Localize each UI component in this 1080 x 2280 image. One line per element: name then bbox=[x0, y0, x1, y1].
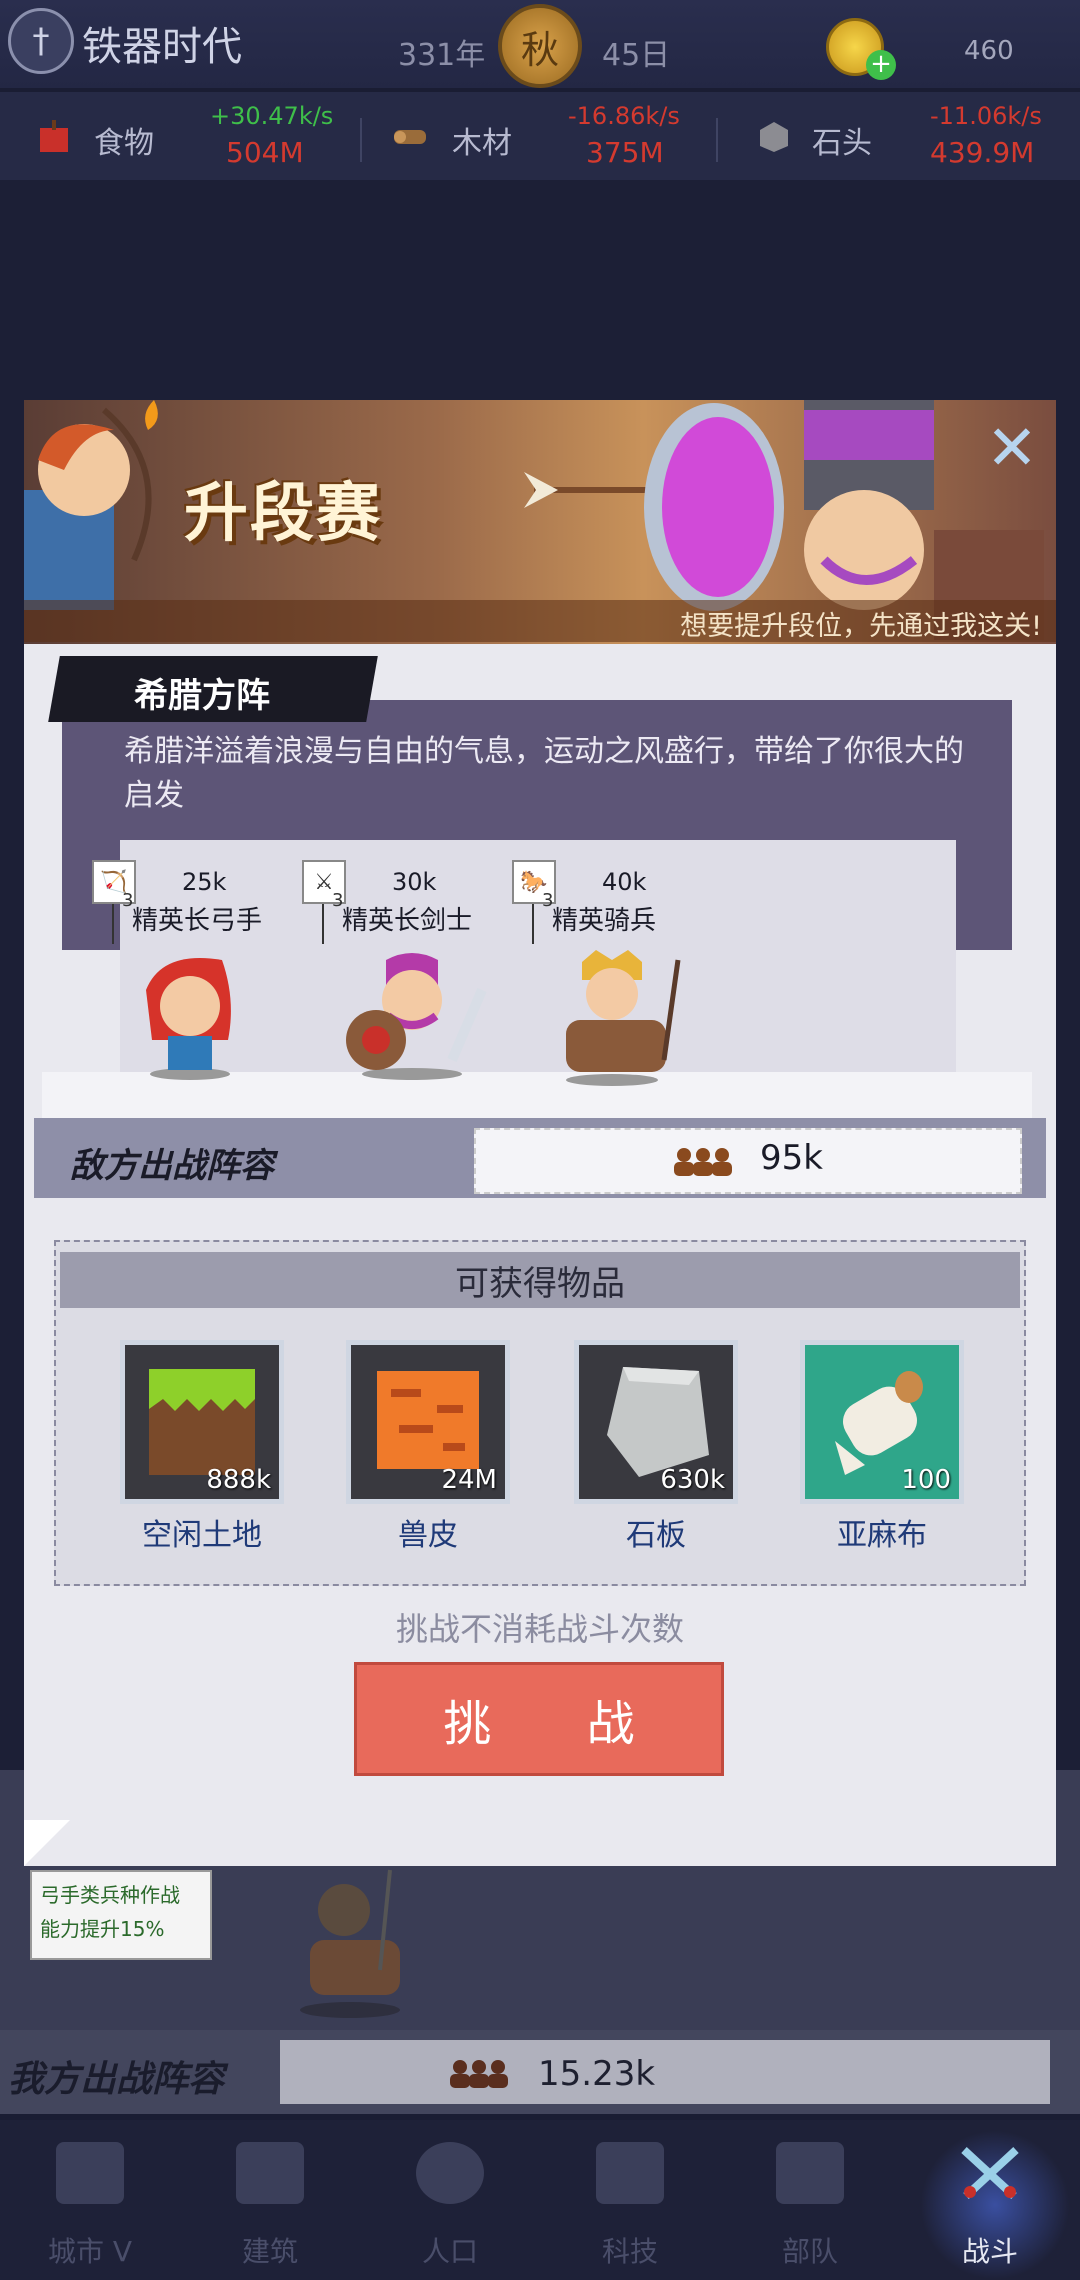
food-icon bbox=[40, 120, 68, 152]
dialog-subtitle: 想要提升段位，先通过我这关! bbox=[680, 611, 1042, 642]
cavalry-figure bbox=[566, 950, 681, 1086]
corner-decoration bbox=[24, 1820, 70, 1866]
unit-power: 40k bbox=[602, 868, 647, 896]
nav-troops[interactable]: 部队 bbox=[720, 2120, 900, 2280]
close-button[interactable]: ✕ bbox=[982, 417, 1042, 479]
enemy-unit[interactable]: 🐎 3 40k 精英骑兵 bbox=[512, 860, 712, 1086]
house-icon bbox=[236, 2142, 304, 2204]
banner-icon bbox=[776, 2142, 844, 2204]
resource-food[interactable]: 食物 +30.47k/s 504M bbox=[0, 92, 360, 180]
reward-count: 630k bbox=[660, 1465, 725, 1495]
wood-amount: 375M bbox=[586, 136, 664, 169]
coin-count: 460 bbox=[964, 36, 1014, 66]
nav-battle[interactable]: 战斗 bbox=[900, 2120, 1080, 2280]
nav-buildings[interactable]: 建筑 bbox=[180, 2120, 360, 2280]
reward-tile: 630k bbox=[574, 1340, 738, 1504]
person-icon bbox=[416, 2142, 484, 2204]
divider bbox=[716, 118, 718, 162]
ally-cavalry-figure bbox=[300, 1869, 400, 2018]
resource-stone[interactable]: 石头 -11.06k/s 439.9M bbox=[720, 92, 1080, 180]
stone-rate: -11.06k/s bbox=[930, 102, 1042, 130]
wood-icon bbox=[394, 130, 426, 144]
reward-item[interactable]: 630k 石板 bbox=[574, 1340, 738, 1560]
stone-icon bbox=[760, 122, 788, 152]
reward-name: 亚麻布 bbox=[837, 1518, 927, 1553]
reward-name: 石板 bbox=[626, 1518, 686, 1553]
stage-name: 希腊方阵 bbox=[134, 676, 270, 716]
enemy-power-value: 95k bbox=[760, 1138, 823, 1178]
era-title: 铁器时代 bbox=[82, 24, 242, 70]
unit-power: 25k bbox=[182, 868, 227, 896]
troops-icon bbox=[450, 2060, 508, 2088]
flag-pole bbox=[532, 904, 534, 944]
unit-name: 精英长弓手 bbox=[132, 906, 263, 936]
reward-name: 空闲土地 bbox=[142, 1518, 262, 1553]
bonus-card: 弓手类兵种作战 能力提升15% bbox=[30, 1870, 212, 1960]
book-icon bbox=[596, 2142, 664, 2204]
flag-pole bbox=[322, 904, 324, 944]
divider bbox=[360, 118, 362, 162]
year-label: 331年 bbox=[398, 38, 486, 73]
nav-city[interactable]: 城市 V bbox=[0, 2120, 180, 2280]
reward-count: 24M bbox=[441, 1465, 497, 1495]
challenge-button[interactable]: 挑 战 bbox=[354, 1662, 724, 1776]
season-badge: 秋 bbox=[498, 4, 582, 88]
archer-figure bbox=[146, 958, 231, 1080]
top-bar: † 铁器时代 331年 秋 45日 + 460 bbox=[0, 0, 1080, 88]
resource-wood[interactable]: 木材 -16.86k/s 375M bbox=[360, 92, 720, 180]
add-coins-button[interactable]: + bbox=[866, 50, 896, 80]
castle-icon bbox=[56, 2142, 124, 2204]
reward-item[interactable]: 24M 兽皮 bbox=[346, 1340, 510, 1560]
reward-name: 兽皮 bbox=[398, 1518, 458, 1553]
enemy-unit[interactable]: 🏹 3 25k 精英长弓手 bbox=[92, 860, 292, 1080]
reward-count: 100 bbox=[901, 1465, 951, 1495]
archer-character-art bbox=[24, 400, 158, 610]
ally-power-value: 15.23k bbox=[538, 2054, 656, 2094]
sword-icon[interactable]: † bbox=[8, 8, 74, 74]
swordsman-figure bbox=[346, 953, 487, 1080]
stone-amount: 439.9M bbox=[930, 136, 1035, 169]
stage-description: 希腊洋溢着浪漫与自由的气息，运动之风盛行，带给了你很大的启发 bbox=[124, 734, 964, 813]
reward-item[interactable]: 888k 空闲土地 bbox=[120, 1340, 284, 1560]
dialog-title: 升段赛 bbox=[184, 477, 382, 551]
flag-pole bbox=[112, 904, 114, 944]
ally-lineup-label: 我方出战阵容 bbox=[8, 2059, 225, 2100]
unit-power: 30k bbox=[392, 868, 437, 896]
unit-name: 精英骑兵 bbox=[552, 906, 657, 936]
reward-tile: 888k bbox=[120, 1340, 284, 1504]
wood-rate: -16.86k/s bbox=[568, 102, 680, 130]
resource-bar: 食物 +30.47k/s 504M 木材 -16.86k/s 375M 石头 -… bbox=[0, 92, 1080, 182]
food-rate: +30.47k/s bbox=[210, 102, 334, 130]
reward-count: 888k bbox=[206, 1465, 271, 1495]
reward-tile: 100 bbox=[800, 1340, 964, 1504]
crossed-swords-icon bbox=[961, 2147, 1019, 2199]
enemy-lineup-label: 敌方出战阵容 bbox=[70, 1146, 274, 1186]
nav-tech[interactable]: 科技 bbox=[540, 2120, 720, 2280]
reward-tile: 24M bbox=[346, 1340, 510, 1504]
troops-icon bbox=[674, 1148, 732, 1176]
day-label: 45日 bbox=[602, 38, 671, 73]
challenge-note: 挑战不消耗战斗次数 bbox=[395, 1610, 684, 1648]
nav-population[interactable]: 人口 bbox=[360, 2120, 540, 2280]
rewards-title: 可获得物品 bbox=[455, 1264, 625, 1304]
enemy-power-box bbox=[474, 1128, 1022, 1194]
reward-item[interactable]: 100 亚麻布 bbox=[800, 1340, 964, 1560]
promotion-match-dialog: 升段赛 ✕ 想要提升段位，先通过我这关! 希腊方阵 希腊洋溢着浪漫与自由的气息，… bbox=[24, 400, 1056, 1866]
food-amount: 504M bbox=[226, 136, 304, 169]
unit-name: 精英长剑士 bbox=[342, 906, 473, 936]
enemy-unit[interactable]: ⚔ 3 30k 精英长剑士 bbox=[302, 860, 502, 1080]
ally-power-box bbox=[280, 2040, 1050, 2104]
